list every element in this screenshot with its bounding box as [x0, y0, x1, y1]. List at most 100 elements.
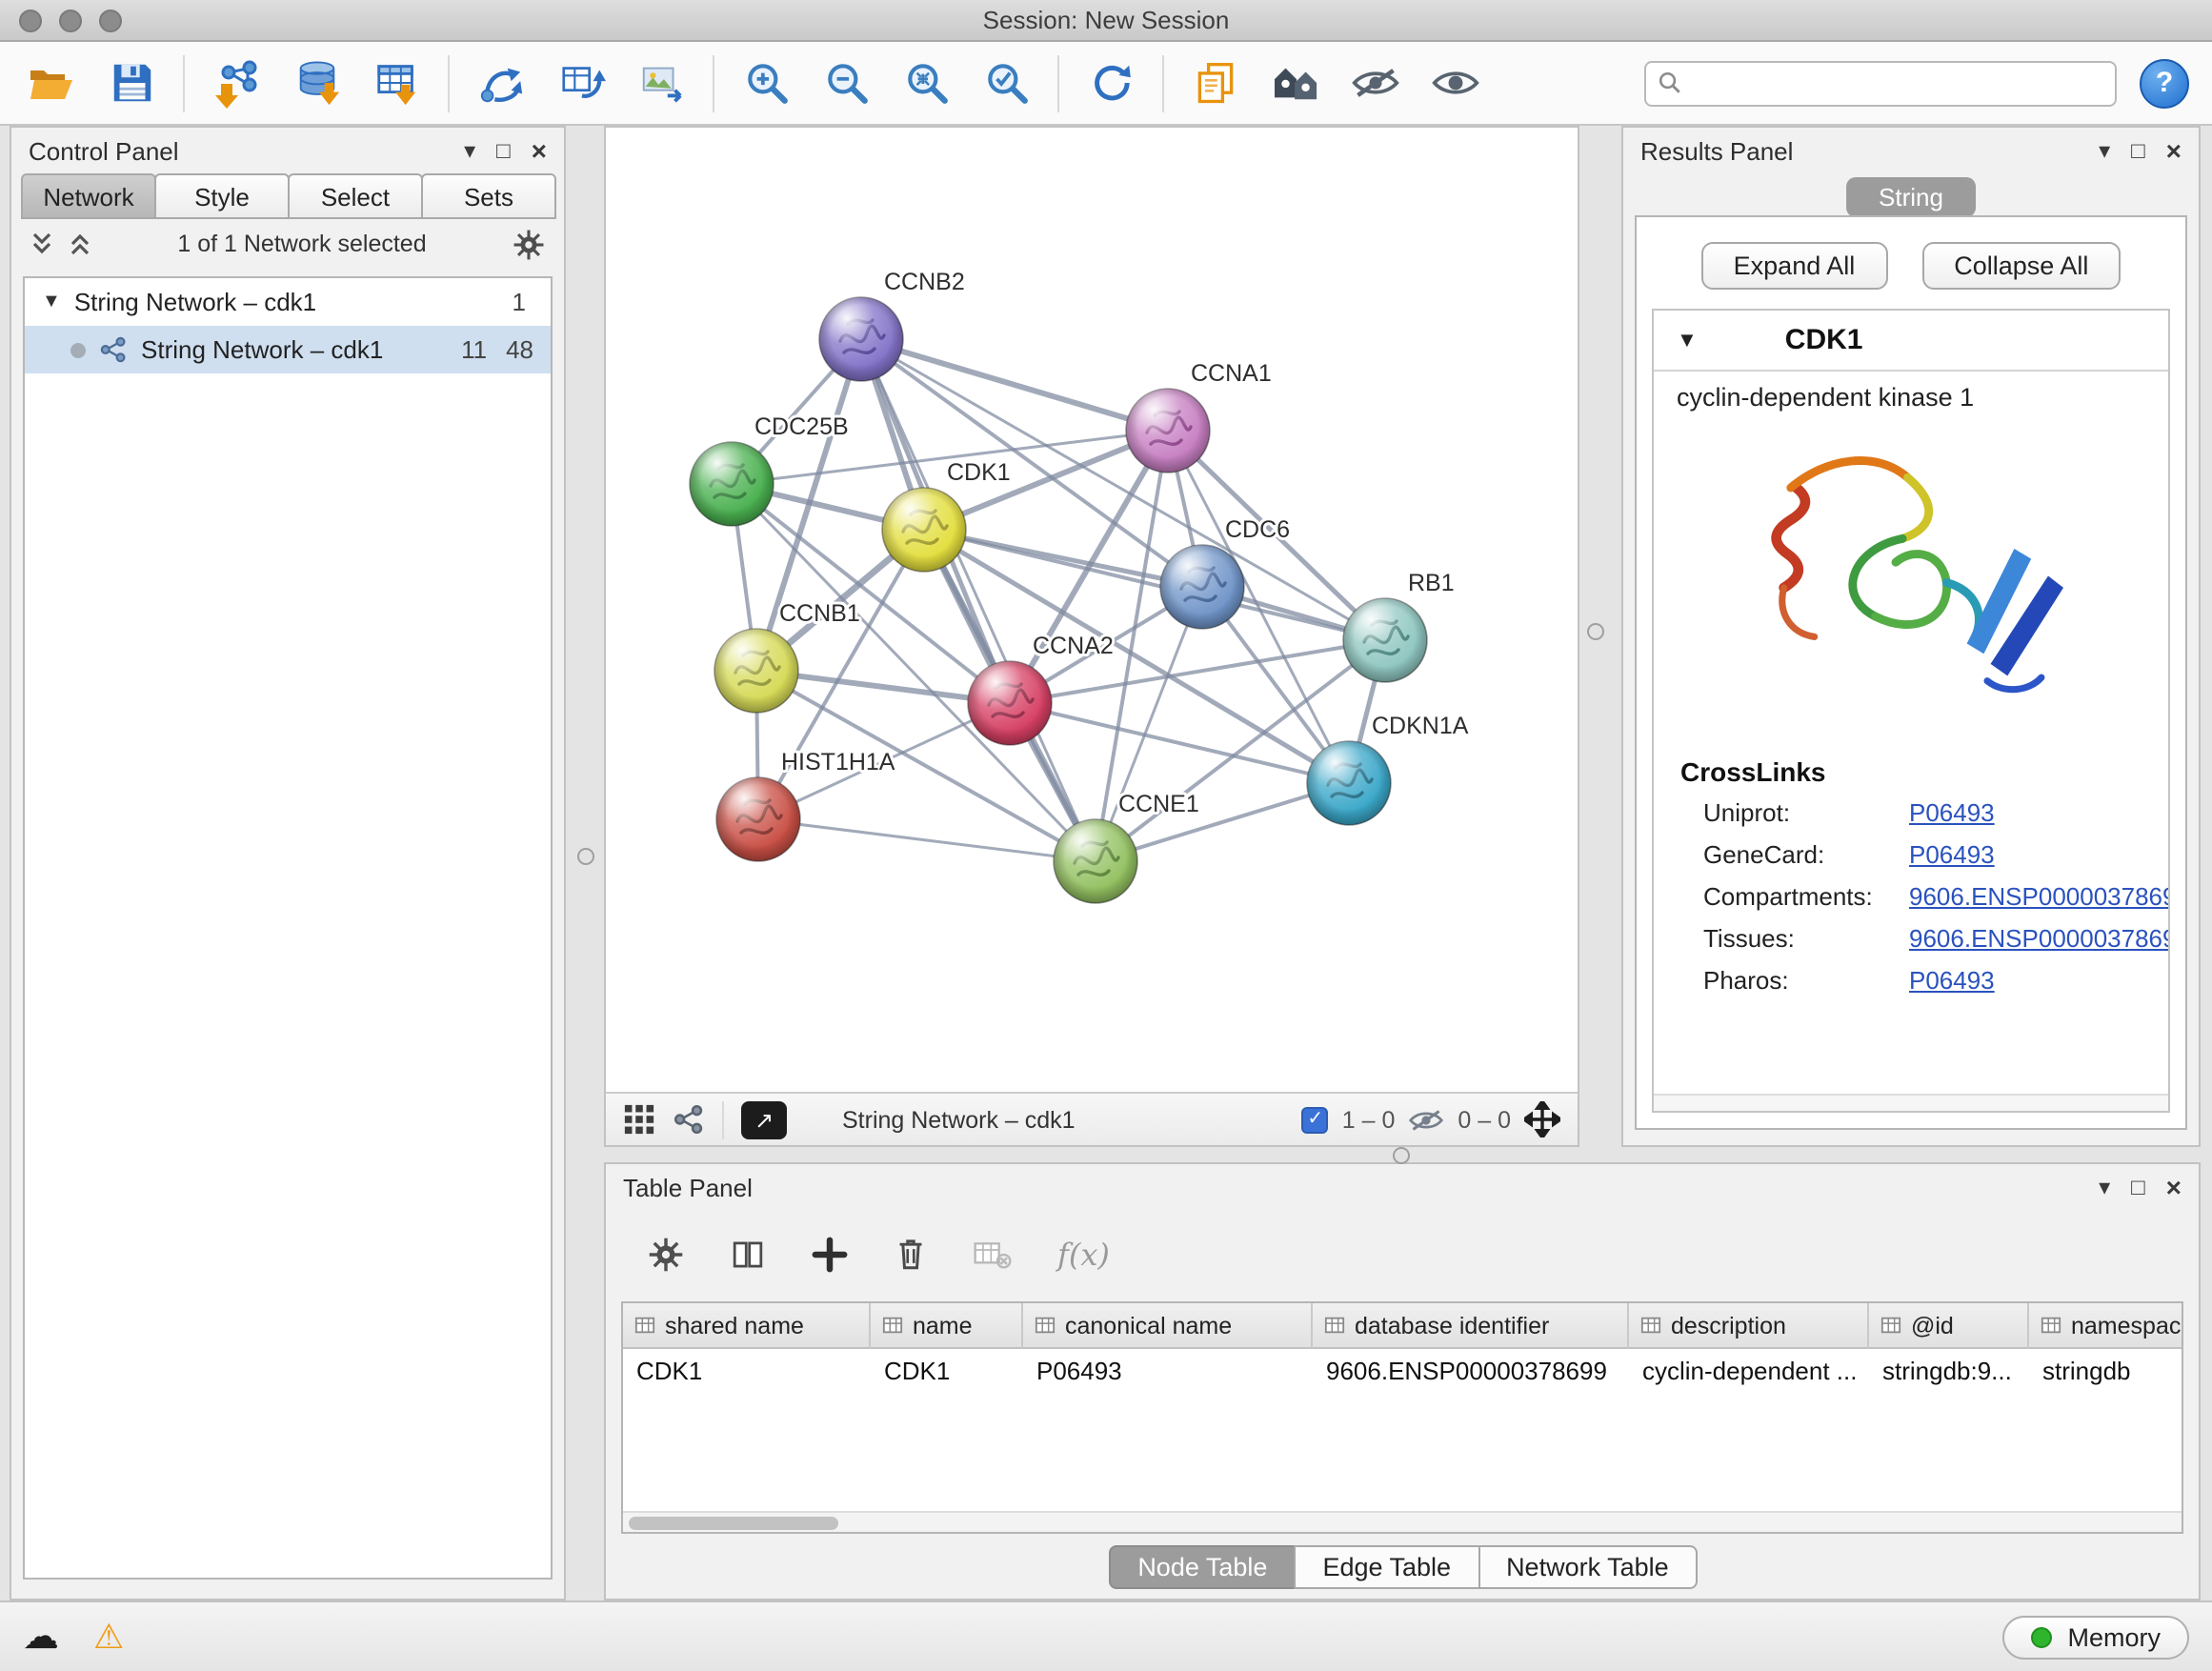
column-header-name[interactable]: name	[871, 1303, 1023, 1349]
table-cell[interactable]: stringdb	[2029, 1349, 2183, 1391]
tab-network-table[interactable]: Network Table	[1478, 1545, 1698, 1589]
graph-node-CCNB1[interactable]	[714, 629, 798, 713]
pan-crosshair-icon[interactable]	[1524, 1101, 1560, 1137]
add-column-icon[interactable]	[812, 1236, 848, 1272]
graph-edge[interactable]	[758, 819, 1096, 861]
entry-caret-icon[interactable]: ▼	[1677, 329, 1698, 352]
tab-sets[interactable]: Sets	[421, 173, 556, 219]
crosslink-link[interactable]: P06493	[1909, 840, 2170, 869]
network-graph[interactable]: CCNB2CCNA1CDC25BCDK1CDC6RB1CCNB1CCNA2CDK…	[606, 128, 1578, 1092]
cloud-icon[interactable]: ☁	[23, 1616, 59, 1658]
network-from-table-button[interactable]	[553, 52, 610, 113]
open-session-button[interactable]	[23, 52, 80, 113]
apply-layout-button[interactable]	[1082, 52, 1139, 113]
node-entry-header[interactable]: ▼ CDK1	[1654, 311, 2168, 372]
expand-all-button[interactable]: Expand All	[1701, 242, 1888, 290]
graph-node-CDKN1A[interactable]	[1307, 741, 1391, 825]
column-header-database-identifier[interactable]: database identifier	[1313, 1303, 1629, 1349]
network-view-icon[interactable]	[673, 1103, 705, 1136]
table-gear-icon[interactable]	[648, 1236, 684, 1272]
save-session-button[interactable]	[103, 52, 160, 113]
gear-icon[interactable]	[513, 228, 545, 260]
table-cell[interactable]: CDK1	[871, 1349, 1023, 1391]
collapse-all-button[interactable]: Collapse All	[1921, 242, 2121, 290]
graph-node-CDC6[interactable]	[1160, 545, 1244, 629]
float-panel-icon[interactable]: □	[2131, 137, 2145, 164]
table-cell[interactable]: stringdb:9...	[1869, 1349, 2029, 1391]
close-panel-icon[interactable]: ×	[532, 135, 547, 166]
horizontal-scrollbar[interactable]	[623, 1511, 2182, 1532]
tab-network[interactable]: Network	[21, 173, 156, 219]
tab-node-table[interactable]: Node Table	[1109, 1545, 1296, 1589]
delete-column-icon[interactable]	[894, 1235, 928, 1273]
results-scrollbar[interactable]	[1654, 1094, 2168, 1111]
right-splitter-handle[interactable]	[1587, 623, 1604, 640]
graph-edge[interactable]	[861, 339, 1096, 861]
tab-string[interactable]: String	[1846, 177, 1976, 217]
float-panel-icon[interactable]: □	[496, 137, 511, 164]
close-panel-icon[interactable]: ×	[2166, 1172, 2182, 1202]
column-header-canonical-name[interactable]: canonical name	[1023, 1303, 1313, 1349]
hide-selected-button[interactable]	[1347, 52, 1404, 113]
import-network-database-button[interactable]	[288, 52, 345, 113]
zoom-fit-button[interactable]	[897, 52, 955, 113]
import-network-file-button[interactable]	[208, 52, 265, 113]
left-splitter-handle[interactable]	[577, 848, 594, 865]
crosslink-link[interactable]: 9606.ENSP00000378699	[1909, 924, 2170, 953]
graph-edge[interactable]	[861, 339, 1385, 640]
memory-button[interactable]: Memory	[2002, 1615, 2189, 1659]
detach-view-button[interactable]: ↗	[741, 1100, 787, 1138]
zoom-out-button[interactable]	[817, 52, 875, 113]
tab-style[interactable]: Style	[154, 173, 290, 219]
expand-all-icon[interactable]	[69, 231, 91, 257]
close-panel-icon[interactable]: ×	[2166, 135, 2182, 166]
table-cell[interactable]: cyclin-dependent ...	[1629, 1349, 1869, 1391]
graph-edge[interactable]	[861, 339, 1168, 431]
show-selected-button[interactable]	[1427, 52, 1484, 113]
zoom-selected-button[interactable]	[977, 52, 1035, 113]
crosslink-link[interactable]: P06493	[1909, 798, 2170, 827]
column-header-description[interactable]: description	[1629, 1303, 1869, 1349]
network-row-selected[interactable]: String Network – cdk1 11 48	[25, 326, 551, 373]
graph-node-CDK1[interactable]	[882, 488, 966, 572]
network-from-selection-button[interactable]	[473, 52, 530, 113]
graph-node-RB1[interactable]	[1343, 598, 1427, 682]
panel-menu-icon[interactable]: ▾	[464, 137, 475, 164]
graph-node-CCNA2[interactable]	[968, 661, 1052, 745]
grid-view-icon[interactable]	[623, 1103, 655, 1136]
selected-checkbox[interactable]: ✓	[1302, 1106, 1329, 1133]
graph-node-HIST1H1A[interactable]	[716, 777, 800, 861]
tab-select[interactable]: Select	[288, 173, 423, 219]
graph-edge[interactable]	[924, 530, 1385, 640]
graph-node-CCNB2[interactable]	[819, 297, 903, 381]
table-cell[interactable]: 9606.ENSP00000378699	[1313, 1349, 1629, 1391]
table-cell[interactable]: P06493	[1023, 1349, 1313, 1391]
help-button[interactable]: ?	[2140, 58, 2189, 108]
tree-caret-icon[interactable]: ▼	[42, 292, 61, 312]
column-header-namespace[interactable]: namespace	[2029, 1303, 2183, 1349]
minimize-window-button[interactable]	[59, 10, 82, 32]
collapse-all-icon[interactable]	[30, 231, 53, 257]
warning-icon[interactable]: ⚠	[93, 1617, 124, 1657]
table-row[interactable]: CDK1CDK1P064939606.ENSP00000378699cyclin…	[623, 1349, 2182, 1391]
bottom-splitter-handle[interactable]	[1393, 1147, 1410, 1164]
copy-document-button[interactable]	[1187, 52, 1244, 113]
crosslink-link[interactable]: P06493	[1909, 966, 2170, 995]
panel-menu-icon[interactable]: ▾	[2099, 1174, 2110, 1200]
import-table-file-button[interactable]	[368, 52, 425, 113]
crosslink-link[interactable]: 9606.ENSP00000378699	[1909, 882, 2170, 911]
export-image-button[interactable]	[633, 52, 690, 113]
column-header--id[interactable]: @id	[1869, 1303, 2029, 1349]
network-canvas[interactable]: CCNB2CCNA1CDC25BCDK1CDC6RB1CCNB1CCNA2CDK…	[606, 128, 1578, 1092]
search-input[interactable]	[1692, 70, 2103, 96]
scrollbar-thumb[interactable]	[629, 1517, 838, 1530]
column-header-shared-name[interactable]: shared name	[623, 1303, 871, 1349]
home-button[interactable]	[1267, 52, 1324, 113]
maximize-window-button[interactable]	[99, 10, 122, 32]
float-panel-icon[interactable]: □	[2131, 1174, 2145, 1200]
network-collection-row[interactable]: ▼ String Network – cdk1 1	[25, 278, 551, 326]
graph-node-CDC25B[interactable]	[690, 442, 774, 526]
close-window-button[interactable]	[19, 10, 42, 32]
zoom-in-button[interactable]	[737, 52, 794, 113]
show-columns-icon[interactable]	[730, 1236, 766, 1272]
